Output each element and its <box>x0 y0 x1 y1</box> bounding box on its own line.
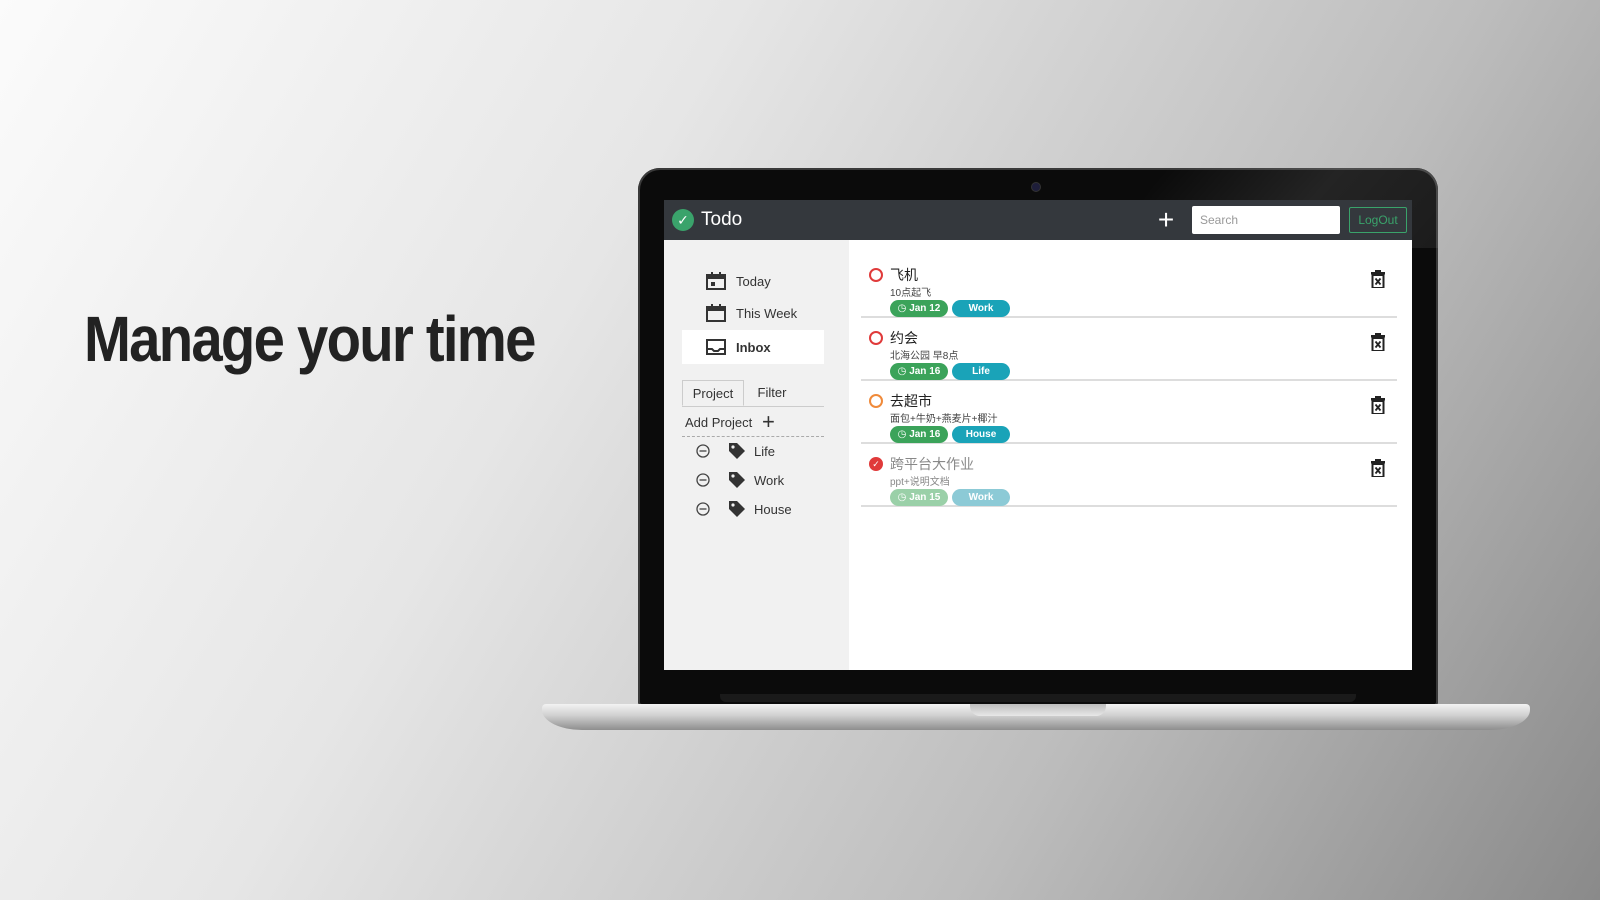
task-project-badge: Work <box>952 489 1010 506</box>
inbox-icon <box>706 339 726 355</box>
tag-icon <box>729 501 745 517</box>
logo-check-icon: ✓ <box>672 209 694 231</box>
tab-filter[interactable]: Filter <box>748 380 796 406</box>
remove-circle-icon[interactable] <box>696 473 710 487</box>
task-row[interactable]: 飞机 10点起飞 ◷ Jan 12 Work <box>861 254 1397 318</box>
task-row[interactable]: 去超市 面包+牛奶+燕麦片+椰汁 ◷ Jan 16 House <box>861 380 1397 444</box>
project-label: House <box>754 501 792 517</box>
clock-icon: ◷ <box>897 366 910 377</box>
add-project-plus-icon[interactable]: + <box>762 410 775 434</box>
tag-icon <box>729 472 745 488</box>
task-desc: 面包+牛奶+燕麦片+椰汁 <box>890 414 998 425</box>
task-desc: ppt+说明文档 <box>890 477 950 488</box>
task-checkbox[interactable] <box>869 394 883 408</box>
app-screen: ✓ Todo + LogOut Today <box>664 200 1412 670</box>
top-bar: ✓ Todo + LogOut <box>664 200 1412 240</box>
task-title: 飞机 <box>890 267 918 283</box>
clock-icon: ◷ <box>897 492 910 503</box>
clock-icon: ◷ <box>897 429 910 440</box>
calendar-week-icon <box>706 304 726 322</box>
headline: Manage your time <box>84 303 536 375</box>
task-desc: 10点起飞 <box>890 288 932 299</box>
sidebar-item-label: This Week <box>736 305 798 321</box>
sidebar-item-inbox[interactable]: Inbox <box>682 330 824 364</box>
app-title: Todo <box>701 209 743 230</box>
remove-circle-icon[interactable] <box>696 502 710 516</box>
trash-icon[interactable] <box>1371 270 1385 288</box>
sidebar-item-this-week[interactable]: This Week <box>682 296 824 330</box>
laptop-notch <box>970 704 1106 716</box>
add-project-row[interactable]: Add Project + <box>682 410 824 437</box>
task-title: 约会 <box>890 330 918 346</box>
task-project-badge: Work <box>952 300 1010 317</box>
task-project-badge: House <box>952 426 1010 443</box>
task-date-badge: ◷ Jan 15 <box>890 489 948 506</box>
remove-circle-icon[interactable] <box>696 444 710 458</box>
project-item-house[interactable]: House <box>696 498 792 520</box>
task-date-badge: ◷ Jan 16 <box>890 426 948 443</box>
task-row[interactable]: ✓ 跨平台大作业 ppt+说明文档 ◷ Jan 15 Work <box>861 443 1397 507</box>
tag-icon <box>729 443 745 459</box>
clock-icon: ◷ <box>897 303 910 314</box>
task-checkbox-checked[interactable]: ✓ <box>869 457 883 471</box>
trash-icon[interactable] <box>1371 396 1385 414</box>
task-list: 飞机 10点起飞 ◷ Jan 12 Work 约会 北海公园 早8点 ◷ Jan… <box>849 240 1412 670</box>
sidebar-item-today[interactable]: Today <box>682 264 824 298</box>
search-input[interactable] <box>1192 206 1340 234</box>
task-date: Jan 12 <box>909 303 941 314</box>
project-label: Work <box>754 472 785 488</box>
task-title: 去超市 <box>890 393 932 409</box>
task-title: 跨平台大作业 <box>890 456 974 472</box>
task-date: Jan 15 <box>909 492 941 503</box>
tab-project[interactable]: Project <box>682 380 744 406</box>
camera-icon <box>1032 183 1040 191</box>
laptop-hinge <box>720 694 1356 702</box>
project-label: Life <box>754 443 775 459</box>
task-desc: 北海公园 早8点 <box>890 351 959 362</box>
task-checkbox[interactable] <box>869 268 883 282</box>
laptop-lid: ✓ Todo + LogOut Today <box>638 168 1438 706</box>
sidebar-item-label: Today <box>736 273 771 289</box>
task-date-badge: ◷ Jan 16 <box>890 363 948 380</box>
task-date: Jan 16 <box>909 429 941 440</box>
task-row[interactable]: 约会 北海公园 早8点 ◷ Jan 16 Life <box>861 317 1397 381</box>
laptop-base <box>542 704 1530 730</box>
add-task-button[interactable]: + <box>1152 205 1180 235</box>
sidebar-tabs: Project Filter <box>682 380 824 407</box>
trash-icon[interactable] <box>1371 333 1385 351</box>
task-date-badge: ◷ Jan 12 <box>890 300 948 317</box>
project-item-work[interactable]: Work <box>696 469 784 491</box>
logout-button[interactable]: LogOut <box>1349 207 1407 233</box>
trash-icon[interactable] <box>1371 459 1385 477</box>
task-project-badge: Life <box>952 363 1010 380</box>
task-checkbox[interactable] <box>869 331 883 345</box>
add-project-label: Add Project <box>685 415 753 430</box>
sidebar: Today This Week Inbox Project Filter Add… <box>664 240 849 670</box>
sidebar-item-label: Inbox <box>736 339 771 355</box>
task-date: Jan 16 <box>909 366 941 377</box>
project-item-life[interactable]: Life <box>696 440 775 462</box>
calendar-day-icon <box>706 272 726 290</box>
